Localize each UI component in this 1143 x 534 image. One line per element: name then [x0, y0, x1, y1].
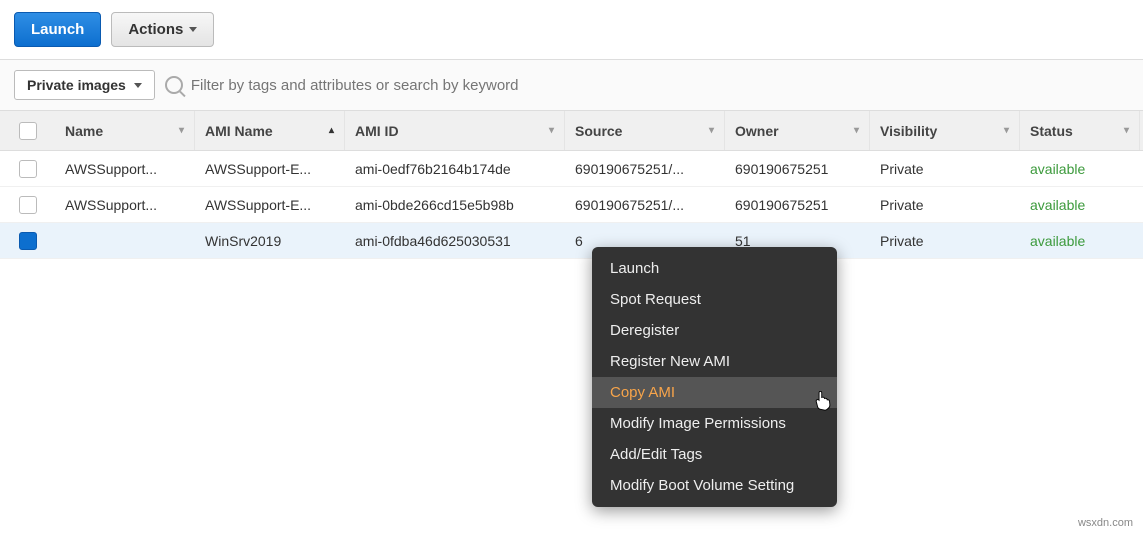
- cell-ami-name: WinSrv2019: [195, 233, 345, 249]
- scope-label: Private images: [27, 77, 126, 93]
- col-ami-name-label: AMI Name: [205, 123, 273, 139]
- search-input[interactable]: [191, 77, 1129, 94]
- sort-icon: ▾: [1124, 126, 1129, 136]
- cell-ami-name: AWSSupport-E...: [195, 197, 345, 213]
- cell-source: 690190675251/...: [565, 161, 725, 177]
- watermark: wsxdn.com: [1078, 517, 1133, 529]
- col-status-label: Status: [1030, 123, 1073, 139]
- cell-name: AWSSupport...: [55, 161, 195, 177]
- col-owner[interactable]: Owner ▾: [725, 111, 870, 150]
- context-menu-item[interactable]: Add/Edit Tags: [592, 439, 837, 470]
- cell-owner: 690190675251: [725, 197, 870, 213]
- cell-ami-id: ami-0edf76b2164b174de: [345, 161, 565, 177]
- sort-asc-icon: ▴: [329, 126, 334, 136]
- col-name-label: Name: [65, 123, 103, 139]
- col-name[interactable]: Name ▾: [55, 111, 195, 150]
- col-visibility[interactable]: Visibility ▾: [870, 111, 1020, 150]
- row-checkbox[interactable]: [19, 232, 37, 250]
- launch-button[interactable]: Launch: [14, 12, 101, 47]
- sort-icon: ▾: [854, 126, 859, 136]
- cell-ami-name: AWSSupport-E...: [195, 161, 345, 177]
- col-ami-id-label: AMI ID: [355, 123, 399, 139]
- table-row[interactable]: WinSrv2019ami-0fdba46d625030531651Privat…: [0, 223, 1143, 259]
- chevron-down-icon: [134, 83, 142, 88]
- col-status[interactable]: Status ▾: [1020, 111, 1140, 150]
- filter-bar: Private images: [0, 59, 1143, 111]
- scope-dropdown[interactable]: Private images: [14, 70, 155, 100]
- cell-status: available: [1020, 233, 1140, 249]
- context-menu-item[interactable]: Modify Image Permissions: [592, 408, 837, 439]
- col-ami-name[interactable]: AMI Name ▴: [195, 111, 345, 150]
- sort-icon: ▾: [709, 126, 714, 136]
- context-menu-item[interactable]: Spot Request: [592, 284, 837, 315]
- cell-source: 690190675251/...: [565, 197, 725, 213]
- context-menu-item[interactable]: Deregister: [592, 315, 837, 346]
- cell-name: AWSSupport...: [55, 197, 195, 213]
- context-menu-item[interactable]: Register New AMI: [592, 346, 837, 377]
- table-row[interactable]: AWSSupport...AWSSupport-E...ami-0bde266c…: [0, 187, 1143, 223]
- context-menu-item[interactable]: Launch: [592, 253, 837, 284]
- select-all-cell[interactable]: [0, 111, 55, 150]
- select-all-checkbox[interactable]: [19, 122, 37, 140]
- cell-status: available: [1020, 197, 1140, 213]
- table-header: Name ▾ AMI Name ▴ AMI ID ▾ Source ▾ Owne…: [0, 111, 1143, 151]
- cell-visibility: Private: [870, 233, 1020, 249]
- actions-button[interactable]: Actions: [111, 12, 214, 47]
- col-source[interactable]: Source ▾: [565, 111, 725, 150]
- cell-ami-id: ami-0fdba46d625030531: [345, 233, 565, 249]
- col-owner-label: Owner: [735, 123, 779, 139]
- actions-label: Actions: [128, 21, 183, 38]
- search-icon: [165, 76, 183, 94]
- sort-icon: ▾: [1004, 126, 1009, 136]
- row-checkbox[interactable]: [19, 160, 37, 178]
- sort-icon: ▾: [179, 126, 184, 136]
- chevron-down-icon: [189, 27, 197, 32]
- cell-visibility: Private: [870, 197, 1020, 213]
- cell-status: available: [1020, 161, 1140, 177]
- cursor-pointer-icon: [812, 389, 834, 411]
- table-row[interactable]: AWSSupport...AWSSupport-E...ami-0edf76b2…: [0, 151, 1143, 187]
- context-menu: LaunchSpot RequestDeregisterRegister New…: [592, 247, 837, 507]
- cell-owner: 690190675251: [725, 161, 870, 177]
- search-wrap: [165, 76, 1129, 94]
- table-body: AWSSupport...AWSSupport-E...ami-0edf76b2…: [0, 151, 1143, 259]
- cell-visibility: Private: [870, 161, 1020, 177]
- sort-icon: ▾: [549, 126, 554, 136]
- col-source-label: Source: [575, 123, 622, 139]
- col-visibility-label: Visibility: [880, 123, 937, 139]
- cell-ami-id: ami-0bde266cd15e5b98b: [345, 197, 565, 213]
- toolbar: Launch Actions: [0, 0, 1143, 59]
- context-menu-item[interactable]: Modify Boot Volume Setting: [592, 470, 837, 501]
- row-checkbox[interactable]: [19, 196, 37, 214]
- col-ami-id[interactable]: AMI ID ▾: [345, 111, 565, 150]
- context-menu-item[interactable]: Copy AMI: [592, 377, 837, 408]
